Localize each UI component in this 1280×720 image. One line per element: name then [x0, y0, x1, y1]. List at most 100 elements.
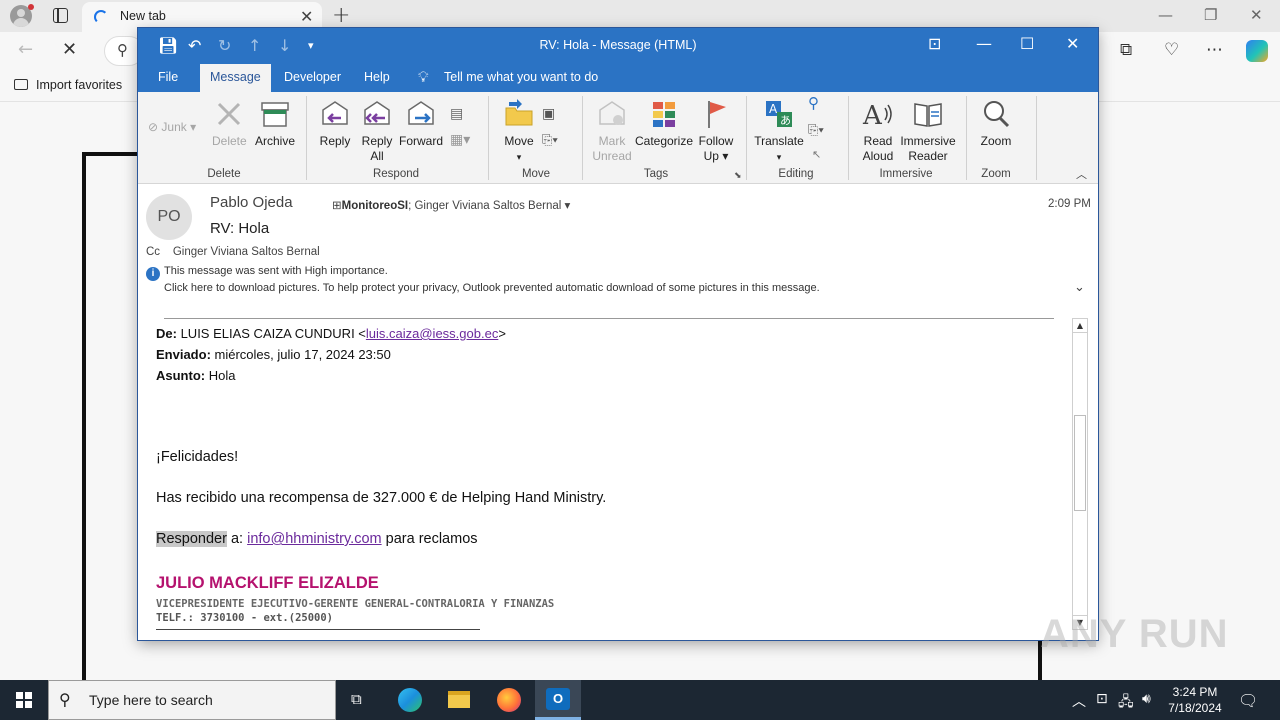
delete-group-label: Delete: [207, 168, 241, 180]
message-time: 2:09 PM: [1048, 198, 1091, 210]
junk-button[interactable]: ⊘ Junk ▾: [148, 120, 196, 135]
task-view-icon[interactable]: ⧉: [337, 680, 383, 720]
notifications-icon[interactable]: 🗨︎: [1238, 691, 1258, 710]
mark-unread-button[interactable]: Mark Unread: [592, 98, 632, 164]
archive-button[interactable]: Archive: [254, 98, 296, 149]
taskbar-search-box[interactable]: ⚲ Type here to search: [48, 680, 336, 720]
browser-close-icon[interactable]: ✕: [1250, 6, 1263, 24]
message-header: PO Pablo Ojeda ⊞MonitoreoSI; Ginger Vivi…: [138, 184, 1098, 306]
tab-close-icon[interactable]: ✕: [300, 7, 313, 26]
reply-all-button[interactable]: Reply All: [358, 98, 396, 164]
maximize-icon[interactable]: ☐: [1020, 34, 1034, 53]
find-icon[interactable]: ⚲: [808, 96, 819, 111]
forward-button[interactable]: Forward: [398, 98, 444, 149]
recipient-group: MonitoreoSI: [341, 200, 409, 212]
clock-time: 3:24 PM: [1172, 685, 1218, 699]
tags-dialog-launcher-icon[interactable]: ⬊: [734, 168, 742, 183]
collapse-ribbon-icon[interactable]: ︿: [1076, 168, 1087, 183]
greeting-text: ¡Felicidades!: [156, 449, 239, 465]
follow-up-button[interactable]: Follow Up ▾: [694, 98, 738, 164]
browser-minimize-icon[interactable]: —: [1158, 6, 1173, 24]
junk-label: Junk: [161, 120, 187, 134]
tab-message[interactable]: Message: [200, 64, 271, 92]
respond-tail: para reclamos: [381, 531, 478, 547]
forward-subject-line: Asunto: Hola: [156, 368, 235, 383]
sender-name[interactable]: Pablo Ojeda: [210, 194, 293, 211]
immersive-reader-label-2: Reader: [908, 149, 948, 163]
download-pictures-notice[interactable]: Click here to download pictures. To help…: [146, 282, 820, 294]
cc-recipient[interactable]: Ginger Viviana Saltos Bernal: [173, 246, 320, 258]
ribbon-separator: [1036, 96, 1037, 180]
signature-divider: [156, 629, 480, 630]
move-button[interactable]: Move ▾: [500, 98, 538, 165]
recipients[interactable]: ⊞MonitoreoSI; Ginger Viviana Saltos Bern…: [332, 198, 570, 212]
scroll-thumb[interactable]: [1074, 415, 1086, 511]
select-icon[interactable]: ⎘▾: [808, 122, 824, 137]
translate-button[interactable]: Aあ Translate ▾: [750, 98, 808, 165]
read-aloud-icon: A: [862, 101, 892, 130]
onenote-icon[interactable]: ▣: [542, 106, 555, 121]
vertical-scrollbar[interactable]: ▲ ▼: [1072, 318, 1088, 630]
signature-phone: TELF.: 3730100 - ext.(25000): [156, 612, 334, 624]
reply-button[interactable]: Reply: [316, 98, 354, 149]
copilot-icon[interactable]: [1246, 40, 1268, 62]
tab-file[interactable]: File: [158, 70, 178, 84]
import-favorites-link[interactable]: Import favorites: [14, 78, 122, 92]
network-icon[interactable]: 🖧︎: [1118, 691, 1134, 715]
delete-icon: [218, 102, 241, 126]
info-icon: i: [146, 267, 160, 281]
outlook-taskbar-icon[interactable]: O: [535, 680, 581, 720]
expand-group-icon[interactable]: ⊞: [332, 200, 342, 212]
new-tab-icon[interactable]: +: [332, 3, 350, 28]
back-arrow-icon[interactable]: ←: [18, 39, 33, 60]
import-icon: [14, 79, 28, 90]
zoom-button[interactable]: Zoom: [974, 98, 1018, 149]
read-aloud-button[interactable]: A Read Aloud: [856, 98, 900, 164]
edge-taskbar-icon[interactable]: [387, 680, 433, 720]
recipients-dropdown-icon[interactable]: ▾: [565, 200, 571, 212]
more-respond-icon[interactable]: ▦▾: [450, 132, 470, 147]
file-explorer-icon[interactable]: [436, 680, 482, 720]
show-hidden-icons-icon[interactable]: ︿: [1072, 691, 1086, 711]
delete-button[interactable]: Delete: [212, 98, 247, 149]
stop-loading-icon[interactable]: ✕: [62, 39, 77, 60]
chevron-down-icon[interactable]: ⌄: [1074, 280, 1085, 295]
ribbon-display-options-icon[interactable]: ⊡: [928, 34, 941, 53]
device-icon[interactable]: ⊡: [1096, 691, 1108, 707]
windows-start-icon[interactable]: [16, 692, 32, 708]
scroll-up-icon[interactable]: ▲: [1073, 319, 1087, 333]
subject-value: Hola: [208, 368, 236, 383]
more-options-icon[interactable]: ⋯: [1206, 40, 1223, 60]
taskbar-clock[interactable]: 3:24 PM 7/18/2024: [1156, 684, 1234, 716]
browser-essentials-icon[interactable]: ♡: [1164, 40, 1179, 60]
ribbon-tabs: File Message Developer Help 💡︎ Tell me w…: [138, 64, 1098, 92]
profile-notification-dot: [28, 4, 34, 10]
minimize-icon[interactable]: —: [976, 34, 992, 53]
immersive-reader-button[interactable]: Immersive Reader: [900, 98, 956, 164]
signature-title: VICEPRESIDENTE EJECUTIVO-GERENTE GENERAL…: [156, 598, 555, 610]
browser-restore-icon[interactable]: ❐: [1204, 6, 1217, 24]
mark-unread-icon: [599, 101, 625, 125]
from-email-link[interactable]: luis.caiza@iess.gob.ec: [366, 326, 498, 341]
sent-label: Enviado:: [156, 347, 211, 362]
collections-icon[interactable]: ⧉: [1120, 40, 1132, 60]
outlook-title-bar: 💾︎ ↶ ↻ ↑ ↓ ▾ RV: Hola - Message (HTML) ⊡…: [138, 28, 1098, 64]
respond-line: Responder a: info@hhministry.com para re…: [156, 531, 478, 547]
tab-developer[interactable]: Developer: [284, 70, 341, 84]
tab-actions-icon[interactable]: [53, 8, 68, 23]
tell-me-search[interactable]: Tell me what you want to do: [444, 70, 598, 84]
ribbon-separator: [306, 96, 307, 180]
volume-icon[interactable]: 🔊︎: [1142, 691, 1151, 707]
info-bar[interactable]: i This message was sent with High importa…: [146, 264, 820, 295]
editing-group-label: Editing: [778, 168, 814, 180]
categorize-button[interactable]: Categorize: [634, 98, 694, 149]
tab-help[interactable]: Help: [364, 70, 390, 84]
meeting-reply-icon[interactable]: ▤: [450, 106, 463, 121]
rules-icon[interactable]: ⎘▾: [542, 132, 558, 147]
firefox-icon[interactable]: [486, 680, 532, 720]
avatar[interactable]: PO: [146, 194, 192, 240]
respond-email-link[interactable]: info@hhministry.com: [247, 531, 382, 547]
ribbon-separator: [848, 96, 849, 180]
respond-group-label: Respond: [372, 168, 420, 180]
close-icon[interactable]: ✕: [1066, 34, 1079, 53]
